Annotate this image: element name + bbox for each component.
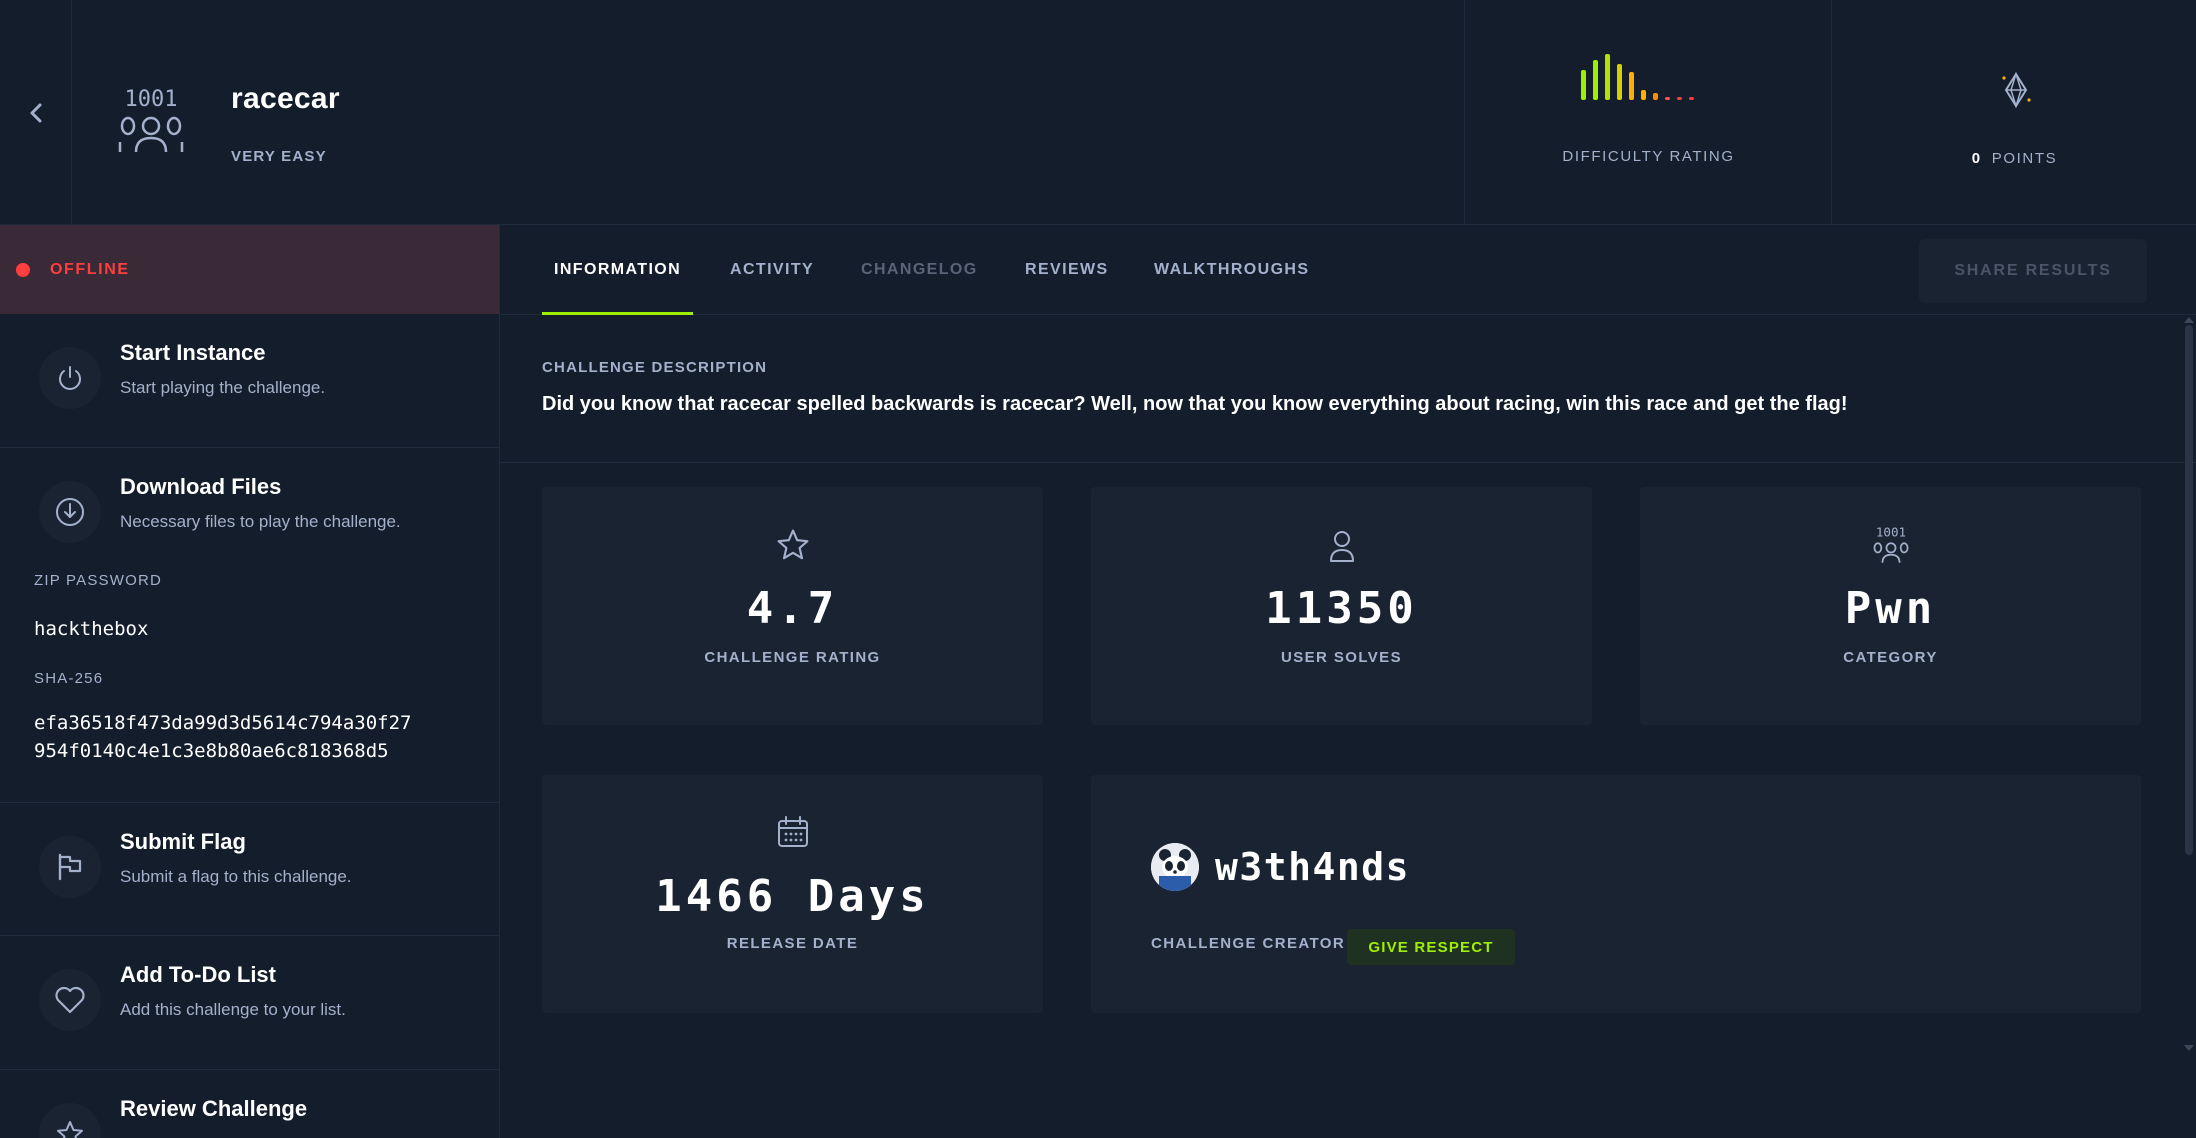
- creator-name[interactable]: w3th4nds: [1215, 845, 1410, 889]
- difficulty-bars-chart: [1581, 54, 1694, 100]
- power-icon-circle: [39, 347, 101, 409]
- difficulty-bar: [1593, 60, 1598, 100]
- tab-information[interactable]: INFORMATION: [541, 225, 694, 315]
- tab-activity[interactable]: ACTIVITY: [730, 225, 814, 315]
- points: 0 POINTS: [1831, 0, 2196, 225]
- add-todo-action[interactable]: Add To-Do List Add this challenge to you…: [0, 936, 499, 1070]
- challenge-rating-card: 4.7 CHALLENGE RATING: [542, 487, 1043, 725]
- flag-icon-circle: [39, 836, 101, 898]
- challenge-header: 1001 racecar VERY EASY DIFFICULTY RATING…: [0, 0, 2196, 225]
- heart-icon: [55, 986, 85, 1014]
- instance-status: OFFLINE: [0, 225, 499, 314]
- difficulty-level: VERY EASY: [231, 148, 327, 165]
- tab-reviews[interactable]: REVIEWS: [1025, 225, 1109, 315]
- sidebar: OFFLINE Start Instance Start playing the…: [0, 225, 500, 1138]
- action-title: Download Files: [120, 474, 282, 499]
- zip-password-value[interactable]: hackthebox: [34, 615, 162, 643]
- category-card: 1001 Pwn CATEGORY: [1640, 487, 2141, 725]
- heart-icon-circle: [39, 969, 101, 1031]
- give-respect-button[interactable]: GIVE RESPECT: [1347, 929, 1515, 965]
- difficulty-bar: [1617, 64, 1622, 100]
- difficulty-bar: [1677, 97, 1682, 100]
- back-button[interactable]: [0, 0, 72, 225]
- action-subtitle: Start playing the challenge.: [120, 378, 326, 397]
- submit-flag-action[interactable]: Submit Flag Submit a flag to this challe…: [0, 803, 499, 936]
- action-subtitle: Submit a flag to this challenge.: [120, 867, 352, 886]
- power-icon: [59, 366, 81, 390]
- star-icon: [57, 1121, 83, 1138]
- difficulty-bar: [1653, 93, 1658, 100]
- sha256-hash: SHA-256 efa36518f473da99d3d5614c794a30f2…: [34, 670, 412, 765]
- description-text: Did you know that racecar spelled backwa…: [542, 393, 1848, 415]
- zip-password-label: ZIP PASSWORD: [34, 572, 163, 589]
- svg-text:1001: 1001: [125, 87, 178, 112]
- action-title: Add To-Do List: [120, 962, 276, 987]
- challenge-title: racecar: [231, 82, 340, 115]
- svg-text:1001: 1001: [1875, 525, 1905, 539]
- binary-user-icon: 1001: [118, 87, 184, 153]
- points-label: POINTS: [1991, 150, 2058, 167]
- release-value: 1466 Days: [655, 871, 930, 922]
- status-text: OFFLINE: [50, 260, 130, 278]
- download-icon: [56, 498, 84, 526]
- download-files-action[interactable]: Download Files Necessary files to play t…: [0, 448, 499, 803]
- difficulty-bar: [1665, 97, 1670, 100]
- zip-password: ZIP PASSWORD hackthebox: [34, 572, 162, 643]
- binary-user-icon: 1001: [1873, 525, 1908, 563]
- download-icon-circle: [39, 481, 101, 543]
- action-title: Start Instance: [120, 340, 266, 365]
- review-challenge-action[interactable]: Review Challenge: [0, 1070, 499, 1138]
- solves-value: 11350: [1265, 583, 1418, 634]
- scroll-down-arrow[interactable]: [2184, 1045, 2194, 1051]
- main-content: INFORMATION ACTIVITY CHANGELOG REVIEWS W…: [500, 225, 2196, 1138]
- challenge-creator-card: w3th4nds CHALLENGE CREATOR GIVE RESPECT: [1091, 775, 2141, 1013]
- category-label: CATEGORY: [1843, 649, 1938, 666]
- tab-changelog[interactable]: CHANGELOG: [861, 225, 978, 315]
- difficulty-bar: [1581, 70, 1586, 100]
- divider: [500, 462, 2196, 463]
- user-icon: [1329, 531, 1354, 562]
- difficulty-bar: [1689, 97, 1694, 100]
- sha256-line-2[interactable]: 954f0140c4e1c3e8b80ae6c818368d5: [34, 737, 412, 765]
- share-results-button[interactable]: SHARE RESULTS: [1919, 239, 2147, 303]
- solves-label: USER SOLVES: [1281, 649, 1402, 666]
- star-icon-circle: [39, 1103, 101, 1138]
- sha256-label: SHA-256: [34, 670, 104, 687]
- rating-value: 4.7: [746, 583, 839, 634]
- action-subtitle: Necessary files to play the challenge.: [120, 512, 401, 531]
- action-title: Submit Flag: [120, 829, 246, 854]
- sha256-line-1[interactable]: efa36518f473da99d3d5614c794a30f27: [34, 709, 412, 737]
- start-instance-action[interactable]: Start Instance Start playing the challen…: [0, 314, 499, 448]
- chevron-left-icon: [30, 103, 41, 122]
- action-subtitle: Add this challenge to your list.: [120, 1000, 346, 1019]
- tab-walkthroughs[interactable]: WALKTHROUGHS: [1154, 225, 1309, 315]
- scrollbar-thumb[interactable]: [2185, 325, 2193, 855]
- release-date-card: 1466 Days RELEASE DATE: [542, 775, 1043, 1013]
- scroll-up-arrow[interactable]: [2184, 317, 2194, 323]
- calendar-icon: [777, 816, 808, 847]
- description-label: CHALLENGE DESCRIPTION: [542, 359, 768, 376]
- rating-label: CHALLENGE RATING: [704, 649, 881, 666]
- star-icon: [777, 529, 808, 560]
- avatar-image: [1151, 843, 1199, 891]
- points-row: 0 POINTS: [1832, 150, 2196, 167]
- difficulty-rating-label: DIFFICULTY RATING: [1562, 148, 1735, 165]
- action-title: Review Challenge: [120, 1096, 308, 1121]
- difficulty-bar: [1605, 54, 1610, 100]
- difficulty-bar: [1629, 72, 1634, 100]
- flag-icon: [58, 853, 82, 881]
- creator-label: CHALLENGE CREATOR: [1151, 935, 1346, 952]
- difficulty-bar: [1641, 90, 1646, 100]
- avatar[interactable]: [1151, 843, 1199, 891]
- diamond-icon: [2002, 71, 2031, 109]
- category-value: Pwn: [1844, 583, 1937, 634]
- release-label: RELEASE DATE: [726, 935, 859, 952]
- tab-bar: INFORMATION ACTIVITY CHANGELOG REVIEWS W…: [500, 225, 2196, 315]
- points-value: 0: [1971, 150, 1982, 167]
- status-dot: [16, 262, 30, 277]
- difficulty-rating: DIFFICULTY RATING: [1464, 0, 1831, 225]
- user-solves-card: 11350 USER SOLVES: [1091, 487, 1592, 725]
